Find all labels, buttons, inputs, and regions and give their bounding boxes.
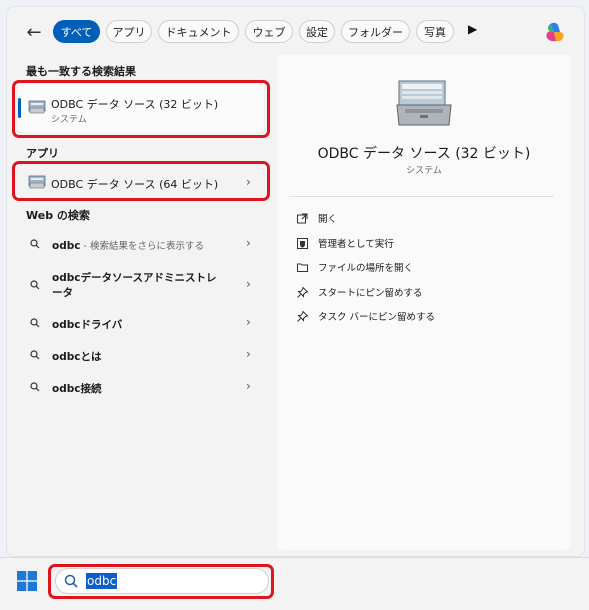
chevron-right-icon[interactable]: › <box>246 236 251 250</box>
web-item[interactable]: odbcとは › <box>18 346 264 366</box>
web-item[interactable]: odbc - 検索結果をさらに表示する › <box>18 235 264 255</box>
filter-web[interactable]: ウェブ <box>245 20 293 43</box>
filter-all[interactable]: すべて <box>53 20 100 43</box>
action-pin-to-taskbar[interactable]: タスク バーにピン留めする <box>297 308 435 324</box>
chevron-right-icon[interactable]: › <box>246 277 251 291</box>
search-icon <box>30 350 40 360</box>
back-button[interactable]: ← <box>20 20 48 44</box>
web-item[interactable]: odbcデータソースアドミニストレ ータ › <box>18 268 264 302</box>
search-icon <box>30 382 40 392</box>
best-match-heading: 最も一致する検索結果 <box>26 65 136 78</box>
web-item-query: odbc <box>52 240 81 252</box>
shield-icon <box>297 237 308 249</box>
divider <box>289 196 554 197</box>
action-open-file-location[interactable]: ファイルの場所を開く <box>297 259 413 275</box>
action-open[interactable]: 開く <box>297 210 337 226</box>
pin-icon <box>297 286 308 298</box>
filter-folders[interactable]: フォルダー <box>341 20 410 43</box>
folder-icon <box>297 263 308 272</box>
action-label: ファイルの場所を開く <box>318 263 414 274</box>
detail-pane: ODBC データ ソース (32 ビット) システム 開く 管理者として実行 フ… <box>277 55 571 550</box>
chevron-right-icon[interactable]: › <box>246 379 251 393</box>
search-icon <box>30 318 40 328</box>
chevron-right-icon[interactable]: › <box>246 315 251 329</box>
windows-start-icon[interactable] <box>17 571 37 591</box>
web-item-label: odbcドライバ <box>52 319 123 331</box>
pin-icon <box>297 310 308 322</box>
copilot-icon[interactable] <box>544 21 566 43</box>
filter-apps[interactable]: アプリ <box>106 20 152 43</box>
action-label: タスク バーにピン留めする <box>318 312 436 323</box>
web-item-label: odbcとは <box>52 351 102 363</box>
apps-heading: アプリ <box>26 147 59 160</box>
detail-title: ODBC データ ソース (32 ビット) <box>317 146 531 162</box>
web-item-label: odbcデータソースアドミニストレ <box>52 272 217 284</box>
filter-settings[interactable]: 設定 <box>299 20 335 43</box>
highlight-box-search <box>48 564 274 599</box>
web-item-label: odbc接続 <box>52 383 102 395</box>
filter-photos[interactable]: 写真 <box>416 20 454 43</box>
web-item-label-line2: ータ <box>52 287 73 299</box>
odbc-app-large-icon <box>396 80 452 126</box>
detail-subtitle: システム <box>406 166 442 176</box>
action-run-as-admin[interactable]: 管理者として実行 <box>297 235 394 251</box>
highlight-box-best-match <box>12 80 270 138</box>
search-icon <box>30 239 40 249</box>
web-item[interactable]: odbcドライバ › <box>18 314 264 334</box>
action-pin-to-start[interactable]: スタートにピン留めする <box>297 284 423 300</box>
web-item-label: odbc - 検索結果をさらに表示する <box>52 238 204 252</box>
search-icon <box>30 280 40 290</box>
action-label: 開く <box>318 214 338 225</box>
action-label: スタートにピン留めする <box>318 288 423 299</box>
web-item-hint: - 検索結果をさらに表示する <box>80 241 204 252</box>
filter-documents[interactable]: ドキュメント <box>158 20 239 43</box>
chevron-right-icon[interactable]: › <box>246 347 251 361</box>
open-icon <box>297 213 308 223</box>
web-heading: Web の検索 <box>26 209 90 222</box>
action-label: 管理者として実行 <box>318 239 394 250</box>
more-filters-icon[interactable]: ▶ <box>468 22 477 36</box>
web-item[interactable]: odbc接続 › <box>18 378 264 398</box>
highlight-box-app <box>12 161 270 201</box>
